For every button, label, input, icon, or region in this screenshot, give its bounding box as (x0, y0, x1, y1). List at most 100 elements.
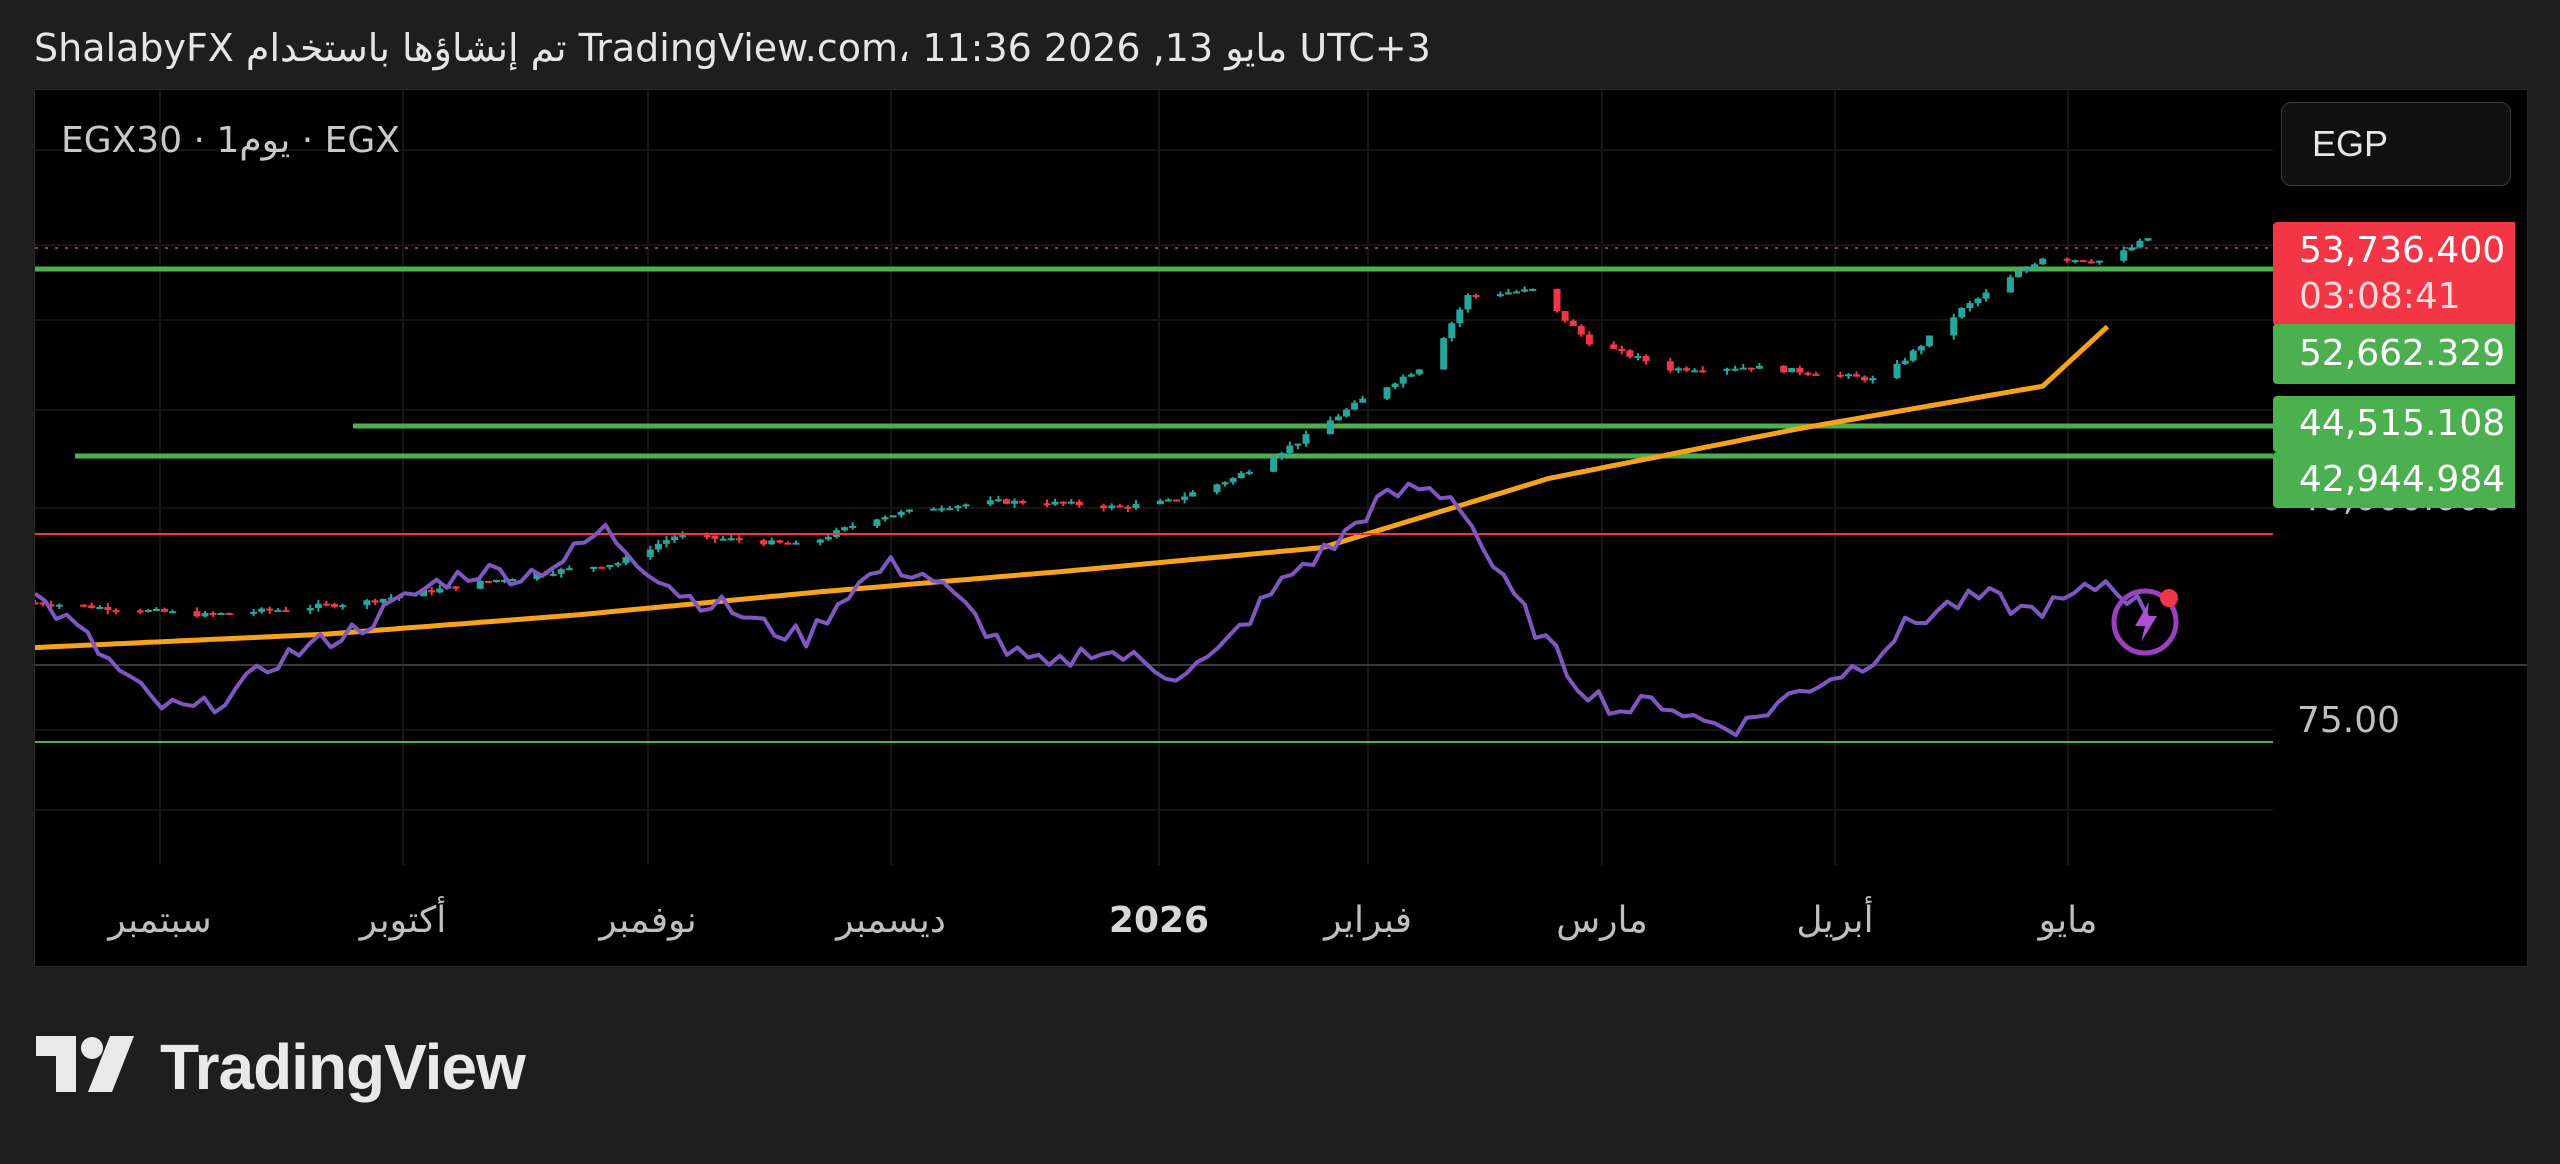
candle-body (1553, 288, 1561, 312)
candle-body (1116, 505, 1124, 508)
candle-body (169, 611, 177, 614)
candle-body (1683, 368, 1691, 371)
candle-body (1966, 303, 1974, 308)
candle-body (727, 538, 735, 541)
candle-body (428, 590, 436, 593)
candle-body (371, 600, 379, 603)
candle-body (1804, 372, 1812, 375)
sma-series (35, 324, 2110, 651)
candle-body (1529, 288, 1537, 291)
candle-body (492, 579, 500, 582)
candle-body (938, 508, 946, 511)
lightning-icon[interactable] (2111, 584, 2183, 656)
candle-body (1691, 370, 1699, 373)
candle-body (1561, 311, 1569, 321)
candle-body (1513, 291, 1521, 294)
candle-body (1245, 471, 1253, 474)
candle-body (1302, 434, 1310, 444)
candle-body (1011, 500, 1019, 504)
candle-body (1237, 473, 1245, 479)
candle-body (614, 563, 622, 566)
candle-body (258, 608, 266, 612)
time-axis-label: نوفمبر (599, 900, 697, 941)
candle-body (1788, 368, 1796, 373)
candle-body (1626, 350, 1634, 357)
candle-body (2128, 247, 2136, 251)
candle-body (946, 508, 954, 511)
rsi-series (35, 481, 2150, 738)
candle-body (1132, 504, 1140, 509)
candle-body (2071, 260, 2079, 263)
time-axis-label: فبراير (1324, 900, 1412, 941)
candle-body (266, 608, 274, 611)
candle-body (152, 609, 160, 612)
candle-body (962, 504, 970, 507)
chart-header: ShalabyFX تم إنشاؤها باستخدام TradingVie… (34, 26, 1431, 70)
candle-body (1796, 368, 1804, 373)
candle-body (889, 515, 897, 518)
tradingview-logo-icon (36, 1036, 134, 1092)
candle-body (557, 569, 565, 574)
candle-body (104, 606, 112, 611)
candle-body (484, 580, 492, 583)
candle-body (1059, 501, 1067, 504)
candle-body (1189, 492, 1197, 497)
candle-body (193, 611, 201, 617)
candle-body (201, 612, 209, 617)
candle-body (1618, 349, 1626, 352)
candle-body (1326, 420, 1334, 435)
candle-body (136, 610, 144, 613)
candle-body (1448, 323, 1456, 339)
time-axis-label: مايو (2038, 900, 2098, 941)
candle-body (1173, 499, 1181, 502)
candle-body (654, 543, 662, 550)
candle-body (2095, 260, 2103, 263)
candle-body (1334, 416, 1342, 421)
candle-body (2144, 238, 2152, 241)
time-axis-label: 2026 (1108, 900, 1210, 941)
candle-body (606, 565, 614, 568)
candle-body (363, 600, 371, 606)
candle-body (768, 540, 776, 545)
candle-body (590, 566, 598, 569)
candle-body (2063, 258, 2071, 261)
candle-body (1836, 374, 1844, 377)
candle-body (2014, 271, 2022, 278)
candle-body (209, 612, 217, 615)
candle-body (816, 539, 824, 543)
candle-body (930, 508, 938, 511)
candle-body (1075, 501, 1083, 506)
chart-panel[interactable]: EGX30 · 1يوم · EGX EGP 40,000.000 53,736… (34, 89, 2528, 967)
candle-body (1067, 501, 1075, 504)
time-axis-label: ديسمبر (836, 900, 946, 941)
bar-countdown: 03:08:41 (2299, 276, 2461, 317)
candle-body (1610, 344, 1618, 350)
candle-body (1739, 367, 1747, 370)
candle-body (339, 605, 347, 608)
tradingview-logo-text: TradingView (160, 1031, 526, 1103)
currency-button[interactable]: EGP (2281, 102, 2511, 186)
candle-body (598, 566, 606, 569)
candle-body (1278, 453, 1286, 459)
candle-body (994, 499, 1002, 502)
candle-body (703, 535, 711, 538)
candle-body (1699, 370, 1707, 373)
candle-body (549, 573, 557, 576)
candle-body (1464, 294, 1472, 310)
candle-body (784, 542, 792, 545)
candle-body (225, 612, 233, 615)
candle-body (1569, 320, 1577, 327)
candle-body (1585, 334, 1593, 345)
candle-body (841, 527, 849, 531)
sma-price-label: 52,662.329 (2273, 324, 2515, 384)
candle-body (452, 586, 460, 589)
candle-body (1108, 505, 1116, 509)
candle-body (1861, 376, 1869, 381)
chart-svg[interactable] (35, 90, 2527, 966)
time-axis-label: سبتمبر (108, 900, 212, 941)
candle-body (436, 588, 444, 593)
candle-body (274, 609, 282, 612)
candle-body (217, 612, 225, 615)
candle-body (1844, 374, 1852, 377)
candle-body (646, 549, 654, 558)
